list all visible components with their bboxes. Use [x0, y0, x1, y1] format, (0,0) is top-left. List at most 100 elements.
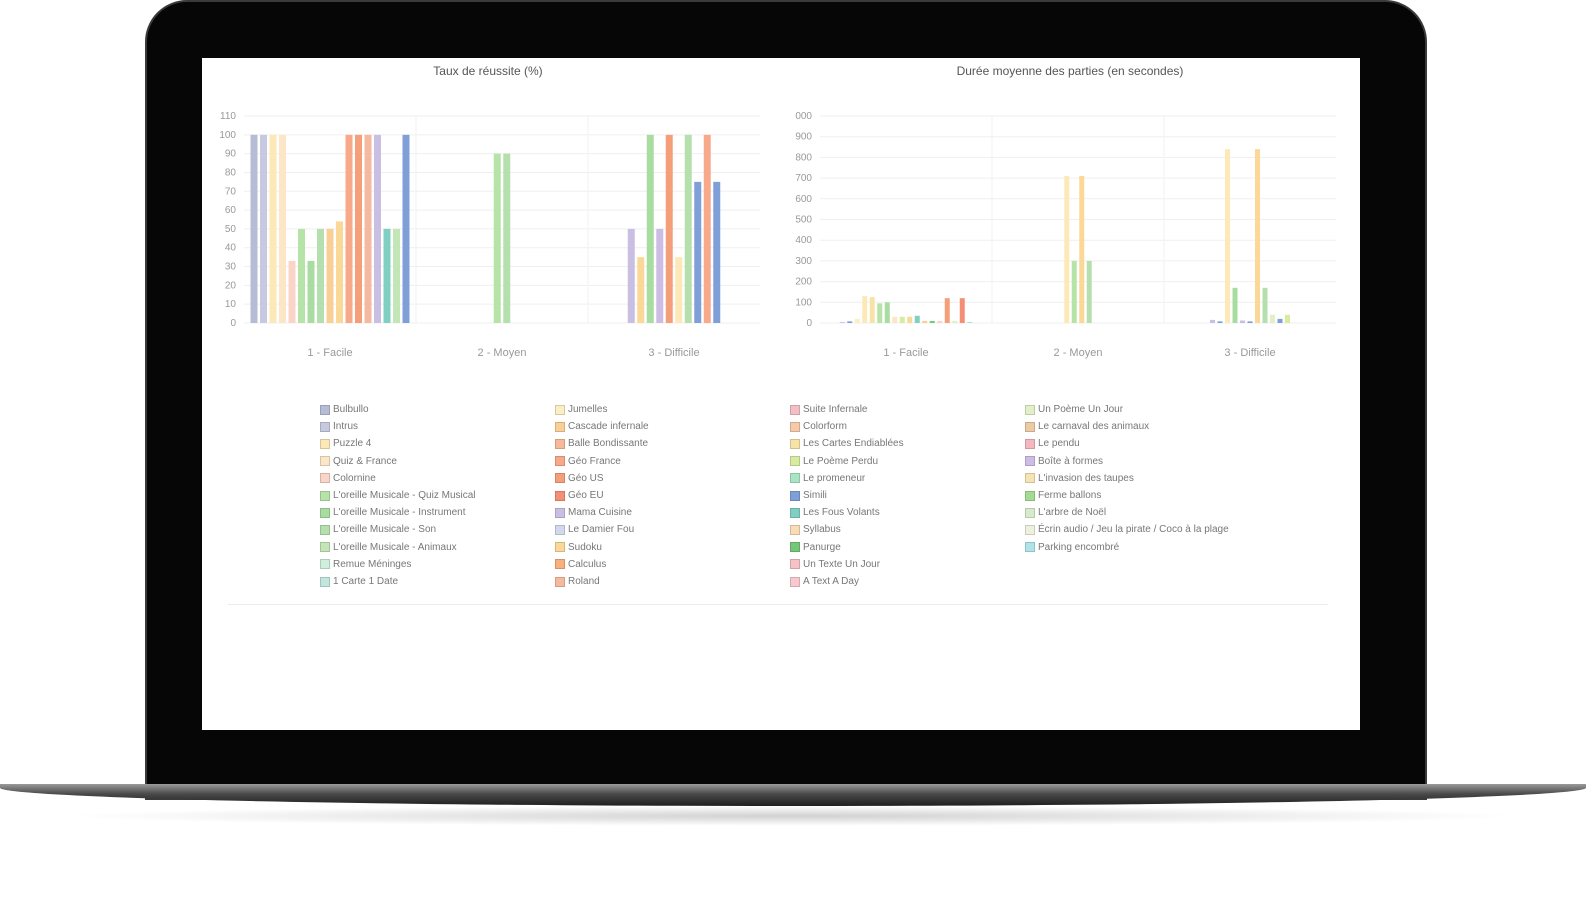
y-tick-label: 50 [225, 224, 237, 235]
x-tick-label: 2 - Moyen [478, 347, 527, 359]
bar [336, 221, 343, 323]
legend-item[interactable]: Quiz & France [320, 454, 397, 469]
legend-label: L'oreille Musicale - Animaux [333, 541, 457, 553]
legend-item[interactable]: Ferme ballons [1025, 488, 1101, 503]
legend-label: Sudoku [568, 541, 602, 553]
legend-item[interactable]: Géo France [555, 454, 621, 469]
legend-item[interactable]: Géo US [555, 471, 604, 486]
legend-label: L'oreille Musicale - Quiz Musical [333, 490, 476, 501]
bar [1232, 287, 1238, 323]
legend-swatch [790, 524, 800, 535]
bar [1217, 321, 1223, 323]
legend-item[interactable]: L'arbre de Noël [1025, 505, 1106, 520]
legend-item[interactable]: Colornine [320, 471, 376, 486]
legend-item[interactable]: L'oreille Musicale - Quiz Musical [320, 488, 476, 503]
legend-item[interactable]: Le promeneur [790, 471, 865, 486]
y-tick-label: 600 [795, 194, 812, 205]
bar [298, 228, 305, 323]
bar [944, 298, 950, 323]
legend-item[interactable]: Bulbullo [320, 402, 369, 417]
success-rate-chart-title: Taux de réussite (%) [433, 64, 543, 78]
bar [317, 228, 324, 323]
legend-label: Calculus [568, 558, 607, 570]
legend-label: Ferme ballons [1038, 490, 1102, 501]
y-tick-label: 500 [795, 215, 812, 226]
legend-swatch [320, 438, 330, 449]
legend-item[interactable]: Sudoku [555, 540, 602, 555]
y-tick-label: 100 [219, 130, 236, 141]
bar [260, 134, 267, 323]
legend-item[interactable]: Roland [555, 574, 600, 589]
bar [1079, 176, 1085, 323]
legend-item[interactable]: Un Texte Un Jour [790, 557, 880, 572]
legend-item[interactable]: Le Poème Perdu [790, 454, 878, 469]
success-rate-chart: 0 10 20 30 40 50 60 70 80 90 100 110 1 - Facile 2 - M… [219, 111, 760, 359]
legend-label: Géo EU [568, 490, 604, 501]
legend-item[interactable]: Écrin audio / Jeu la pirate / Coco à la … [1025, 522, 1229, 537]
legend-label: Remue Méninges [333, 558, 412, 570]
legend-swatch [1025, 542, 1035, 553]
legend-swatch [790, 576, 800, 587]
legend-label: Intrus [333, 421, 359, 433]
bar [1285, 314, 1290, 323]
legend-item[interactable]: Le pendu [1025, 436, 1080, 451]
bar [269, 134, 277, 323]
legend-item[interactable]: Mama Cuisine [555, 505, 632, 520]
bar [684, 134, 692, 323]
legend-item[interactable]: Cascade infernale [555, 419, 649, 434]
legend-item[interactable]: Remue Méninges [320, 557, 411, 572]
legend-item[interactable]: Jumelles [555, 402, 607, 417]
legend-item[interactable]: Boîte à formes [1025, 454, 1103, 469]
legend-label: L'arbre de Noël [1038, 507, 1107, 519]
legend-item[interactable]: L'oreille Musicale - Animaux [320, 540, 457, 555]
legend-item[interactable]: Calculus [555, 557, 606, 572]
legend-item[interactable]: Intrus [320, 419, 358, 434]
y-tick-label: 200 [795, 277, 812, 288]
legend-item[interactable]: Syllabus [790, 522, 841, 537]
legend-item[interactable]: 1 Carte 1 Date [320, 574, 398, 589]
legend-label: Le pendu [1038, 438, 1080, 450]
legend-item[interactable]: Parking encombré [1025, 540, 1119, 555]
legend-label: L'oreille Musicale - Instrument [333, 507, 466, 519]
y-tick-label: 80 [225, 167, 237, 178]
bar [1255, 149, 1260, 323]
bar [627, 228, 635, 323]
legend-label: Le Poème Perdu [803, 455, 879, 467]
legend-item[interactable]: Puzzle 4 [320, 436, 371, 451]
y-tick-label: 700 [795, 173, 812, 184]
bar [1247, 321, 1253, 323]
legend-label: Puzzle 4 [333, 438, 372, 450]
legend-item[interactable]: Les Fous Volants [790, 505, 880, 520]
y-tick-label: 60 [225, 205, 237, 216]
legend-item[interactable]: Suite Infernale [790, 402, 868, 417]
y-tick-label: 0 [230, 318, 236, 329]
bar [694, 181, 702, 323]
avg-duration-chart: 0 100 200 300 400 500 600 700 800 900 000 1 - Facil… [795, 111, 1336, 359]
legend-item[interactable]: L'oreille Musicale - Instrument [320, 505, 466, 520]
y-tick-label: 20 [225, 280, 237, 291]
y-tick-label: 70 [225, 186, 237, 197]
bar [675, 257, 683, 323]
legend-item[interactable]: Colorform [790, 419, 847, 434]
legend-item[interactable]: Simili [790, 488, 827, 503]
legend-item[interactable]: Balle Bondissante [555, 436, 648, 451]
chart-legend: Bulbullo Intrus Puzzle 4 Quiz & France Color… [202, 402, 1360, 602]
legend-item[interactable]: L'invasion des taupes [1025, 471, 1134, 486]
legend-item[interactable]: A Text A Day [790, 574, 859, 589]
legend-item[interactable]: Les Cartes Endiablées [790, 436, 904, 451]
legend-swatch [790, 404, 800, 415]
legend-swatch [1025, 490, 1035, 501]
y-tick-label: 90 [225, 149, 237, 160]
legend-item[interactable]: Le carnaval des animaux [1025, 419, 1149, 434]
legend-label: Un Poème Un Jour [1038, 404, 1124, 415]
y-tick-label: 000 [795, 111, 812, 122]
legend-item[interactable]: Panurge [790, 540, 841, 555]
legend-item[interactable]: Le Damier Fou [555, 522, 634, 537]
legend-item[interactable]: Un Poème Un Jour [1025, 402, 1123, 417]
legend-item[interactable]: L'oreille Musicale - Son [320, 522, 436, 537]
legend-label: Mama Cuisine [568, 507, 632, 519]
bar [345, 134, 353, 323]
legend-label: Les Fous Volants [803, 507, 880, 519]
dashboard-screen: Taux de réussite (%) Durée moyenne des p… [202, 58, 1360, 730]
legend-item[interactable]: Géo EU [555, 488, 604, 503]
